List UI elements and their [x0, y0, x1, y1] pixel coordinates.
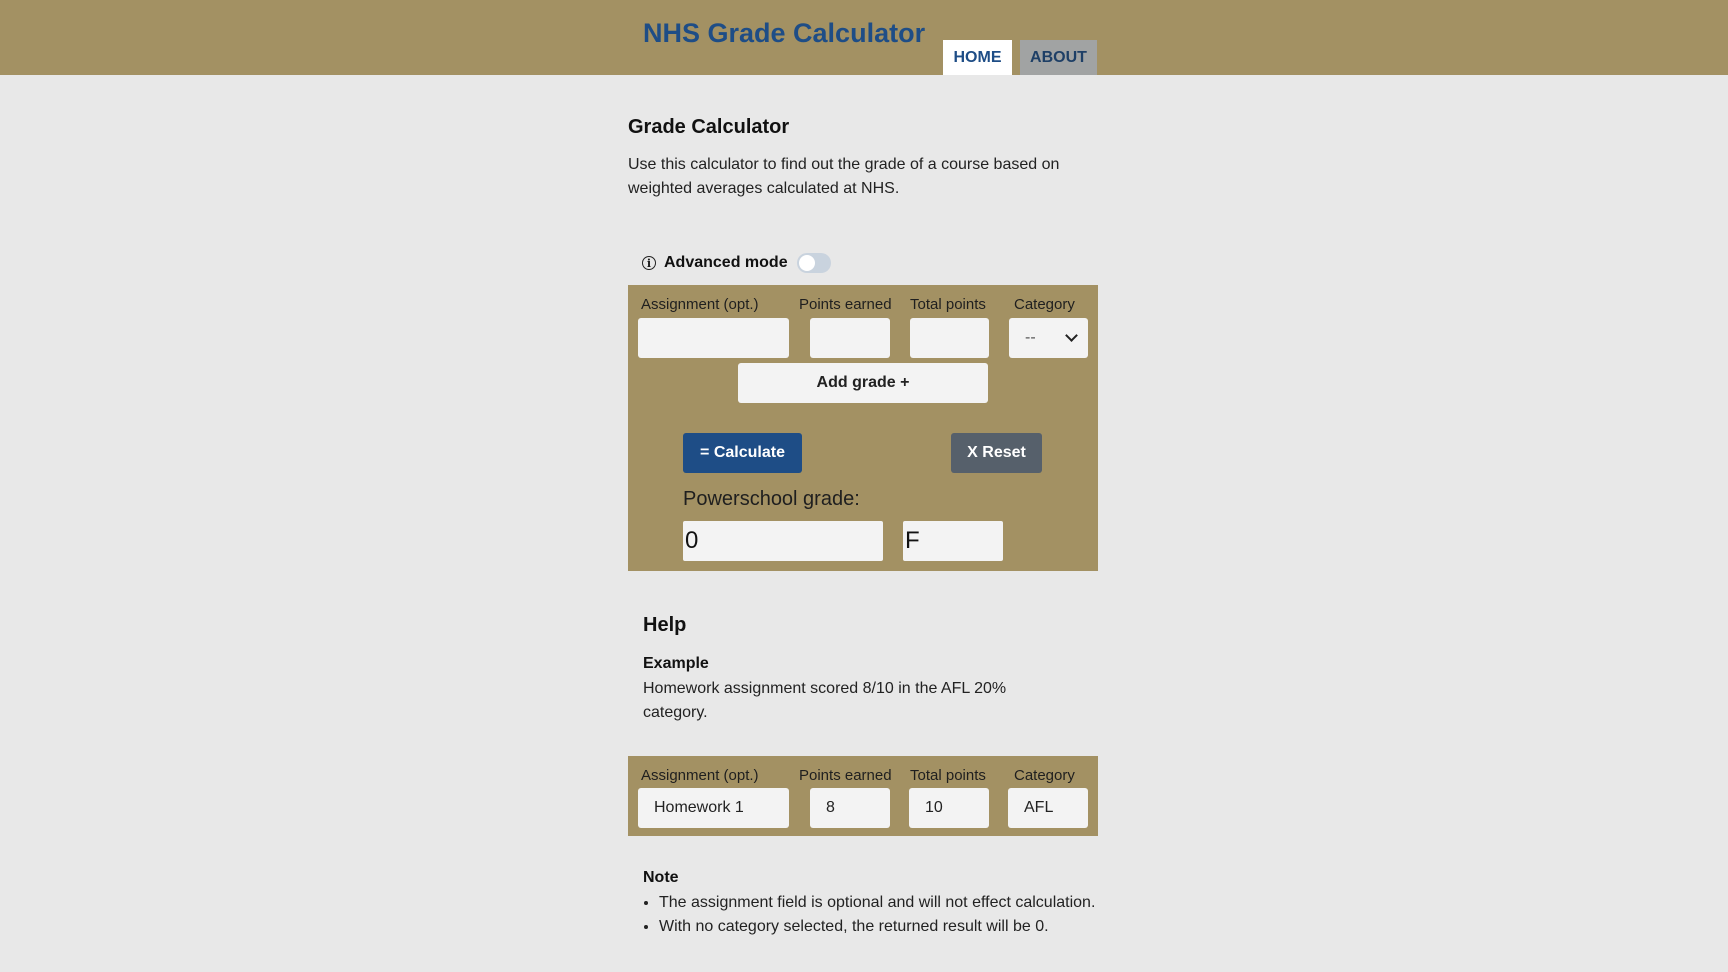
note-item: With no category selected, the returned …	[659, 915, 1099, 939]
example-heading: Example	[643, 655, 709, 672]
assignment-input[interactable]	[638, 318, 789, 358]
grade-number-output: 0	[683, 521, 883, 561]
calculate-button[interactable]: = Calculate	[683, 433, 802, 473]
example-panel: Assignment (opt.) Points earned Total po…	[628, 756, 1098, 836]
points-earned-column-label: Points earned	[799, 296, 892, 313]
category-column-label: Category	[1014, 296, 1075, 313]
example-text: Homework assignment scored 8/10 in the A…	[643, 680, 1007, 721]
tab-home[interactable]: HOME	[943, 40, 1012, 75]
reset-button[interactable]: X Reset	[951, 433, 1042, 473]
total-points-column-label: Total points	[910, 296, 986, 313]
advanced-mode-row: i Advanced mode	[642, 251, 831, 275]
example-category-label: Category	[1014, 767, 1075, 784]
example-points-earned-label: Points earned	[799, 767, 892, 784]
chevron-down-icon	[1065, 329, 1078, 342]
note-item: The assignment field is optional and wil…	[659, 891, 1099, 915]
info-icon[interactable]: i	[642, 256, 656, 270]
example-total-points-label: Total points	[910, 767, 986, 784]
category-select[interactable]: --	[1009, 318, 1088, 358]
toggle-knob	[798, 255, 815, 271]
example-points-earned-field: 8	[810, 788, 890, 828]
note-list: The assignment field is optional and wil…	[643, 891, 1099, 939]
intro-text: Use this calculator to find out the grad…	[628, 156, 1060, 197]
page-title: Grade Calculator	[628, 116, 790, 138]
add-grade-button[interactable]: Add grade +	[738, 363, 988, 403]
category-select-value: --	[1025, 329, 1036, 346]
grade-letter-output: F	[903, 521, 1003, 561]
example-assignment-label: Assignment (opt.)	[641, 767, 759, 784]
advanced-mode-toggle[interactable]	[796, 253, 831, 273]
total-points-input[interactable]	[910, 318, 989, 358]
points-earned-input[interactable]	[810, 318, 890, 358]
example-total-points-field: 10	[909, 788, 989, 828]
help-heading: Help	[643, 614, 687, 636]
site-title[interactable]: NHS Grade Calculator	[643, 18, 925, 49]
example-assignment-field: Homework 1	[638, 788, 789, 828]
powerschool-grade-label: Powerschool grade:	[683, 488, 860, 510]
example-category-field: AFL	[1008, 788, 1088, 828]
top-nav-bar: NHS Grade Calculator HOME ABOUT	[0, 0, 1728, 75]
grade-entry-panel: Assignment (opt.) Points earned Total po…	[628, 285, 1098, 571]
note-heading: Note	[643, 869, 679, 886]
advanced-mode-label: Advanced mode	[664, 254, 788, 271]
assignment-column-label: Assignment (opt.)	[641, 296, 759, 313]
tab-about[interactable]: ABOUT	[1020, 40, 1097, 75]
